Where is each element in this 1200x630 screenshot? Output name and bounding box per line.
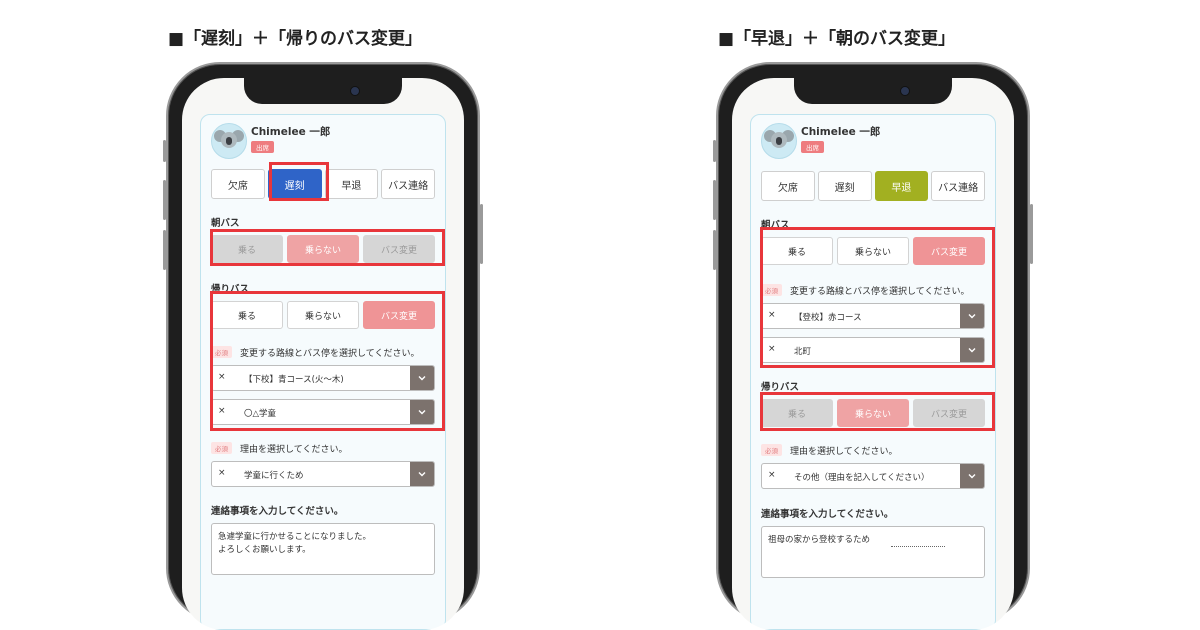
reason-prompt-row: 必須 理由を選択してください。	[761, 443, 985, 457]
return-bus-options: 乗る 乗らない バス変更	[211, 301, 435, 329]
clear-icon[interactable]: ×	[768, 344, 776, 354]
clear-icon[interactable]: ×	[768, 470, 776, 480]
route-prompt-row: 必須 変更する路線とバス停を選択してください。	[761, 283, 985, 297]
required-badge: 必須	[211, 346, 232, 358]
student-header: Chimelee 一郎 出席	[211, 123, 461, 159]
reason-prompt: 理由を選択してください。	[790, 446, 898, 457]
chevron-down-icon[interactable]	[410, 462, 434, 486]
morning-bus-ride-button[interactable]: 乗る	[211, 235, 283, 263]
message-textarea[interactable]: 急遽学童に行かせることになりました。 よろしくお願いします。	[211, 523, 435, 575]
phone-notch	[794, 78, 952, 104]
clear-icon[interactable]: ×	[218, 372, 226, 382]
tab-early-leave[interactable]: 早退	[874, 171, 929, 201]
chevron-down-icon[interactable]	[410, 366, 434, 390]
route-select-value: 【下校】青コース(火〜木)	[244, 375, 344, 385]
clear-icon[interactable]: ×	[218, 406, 226, 416]
return-bus-ride-button[interactable]: 乗る	[211, 301, 283, 329]
return-bus-label: 帰りバス	[211, 284, 250, 295]
required-badge: 必須	[761, 444, 782, 456]
required-badge: 必須	[211, 442, 232, 454]
return-bus-no-ride-button[interactable]: 乗らない	[837, 399, 909, 427]
message-prompt: 連絡事項を入力してください。	[761, 509, 894, 520]
chevron-down-icon[interactable]	[960, 338, 984, 362]
bus-stop-select-value: 北町	[794, 347, 812, 357]
morning-bus-ride-button[interactable]: 乗る	[761, 237, 833, 265]
morning-bus-options: 乗る 乗らない バス変更	[761, 237, 985, 265]
tab-late[interactable]: 遅刻	[817, 171, 872, 201]
morning-bus-change-button[interactable]: バス変更	[913, 237, 985, 265]
tab-bus-contact[interactable]: バス連絡	[381, 169, 435, 199]
reason-prompt: 理由を選択してください。	[240, 444, 348, 455]
chevron-down-icon[interactable]	[960, 464, 984, 488]
morning-bus-options: 乗る 乗らない バス変更	[211, 235, 435, 263]
reason-prompt-row: 必須 理由を選択してください。	[211, 441, 435, 455]
morning-bus-label: 朝バス	[761, 220, 790, 231]
return-bus-change-button[interactable]: バス変更	[363, 301, 435, 329]
caption-right: ■「早退」＋「朝のバス変更」	[718, 29, 956, 49]
contact-form-card: Chimelee 一郎 出席 欠席 遅刻 早退 バス連絡 朝バス 乗る 乗らない…	[750, 114, 996, 630]
status-badge: 出席	[251, 141, 274, 153]
tab-early-leave[interactable]: 早退	[324, 169, 379, 199]
morning-bus-no-ride-button[interactable]: 乗らない	[287, 235, 359, 263]
route-select-value: 【登校】赤コース	[794, 313, 862, 323]
morning-bus-no-ride-button[interactable]: 乗らない	[837, 237, 909, 265]
chevron-down-icon[interactable]	[960, 304, 984, 328]
return-bus-label: 帰りバス	[761, 382, 800, 393]
contact-form-card: Chimelee 一郎 出席 欠席 遅刻 早退 バス連絡 朝バス 乗る 乗らない…	[200, 114, 446, 630]
route-prompt: 変更する路線とバス停を選択してください。	[240, 348, 420, 359]
reason-select-value: 学童に行くため	[244, 471, 304, 481]
bus-stop-select[interactable]: × 北町	[761, 337, 985, 363]
koala-icon	[761, 123, 797, 159]
student-name: Chimelee 一郎	[801, 126, 881, 138]
required-badge: 必須	[761, 284, 782, 296]
route-select[interactable]: × 【下校】青コース(火〜木)	[211, 365, 435, 391]
tab-late[interactable]: 遅刻	[267, 169, 322, 199]
tab-absent[interactable]: 欠席	[211, 169, 265, 199]
return-bus-ride-button[interactable]: 乗る	[761, 399, 833, 427]
phone-screen: Chimelee 一郎 出席 欠席 遅刻 早退 バス連絡 朝バス 乗る 乗らない…	[732, 78, 1014, 630]
bus-stop-select[interactable]: × 〇△学童	[211, 399, 435, 425]
clear-icon[interactable]: ×	[218, 468, 226, 478]
text-cursor-line	[891, 546, 945, 547]
camera-icon	[350, 86, 360, 96]
morning-bus-label: 朝バス	[211, 218, 240, 229]
student-header: Chimelee 一郎 出席	[761, 123, 1011, 159]
camera-icon	[900, 86, 910, 96]
return-bus-change-button[interactable]: バス変更	[913, 399, 985, 427]
tab-bus-contact[interactable]: バス連絡	[931, 171, 985, 201]
morning-bus-change-button[interactable]: バス変更	[363, 235, 435, 263]
phone-right: Chimelee 一郎 出席 欠席 遅刻 早退 バス連絡 朝バス 乗る 乗らない…	[713, 62, 1033, 630]
route-prompt-row: 必須 変更する路線とバス停を選択してください。	[211, 345, 435, 359]
clear-icon[interactable]: ×	[768, 310, 776, 320]
reason-select[interactable]: × その他（理由を記入してください）	[761, 463, 985, 489]
koala-icon	[211, 123, 247, 159]
attendance-tabs: 欠席 遅刻 早退 バス連絡	[761, 171, 985, 201]
chevron-down-icon[interactable]	[410, 400, 434, 424]
message-textarea[interactable]: 祖母の家から登校するため	[761, 526, 985, 578]
attendance-tabs: 欠席 遅刻 早退 バス連絡	[211, 169, 435, 199]
phone-screen: Chimelee 一郎 出席 欠席 遅刻 早退 バス連絡 朝バス 乗る 乗らない…	[182, 78, 464, 630]
tab-absent[interactable]: 欠席	[761, 171, 815, 201]
return-bus-no-ride-button[interactable]: 乗らない	[287, 301, 359, 329]
route-prompt: 変更する路線とバス停を選択してください。	[790, 286, 970, 297]
return-bus-options: 乗る 乗らない バス変更	[761, 399, 985, 427]
phone-left: Chimelee 一郎 出席 欠席 遅刻 早退 バス連絡 朝バス 乗る 乗らない…	[163, 62, 483, 630]
reason-select[interactable]: × 学童に行くため	[211, 461, 435, 487]
status-badge: 出席	[801, 141, 824, 153]
reason-select-value: その他（理由を記入してください）	[794, 473, 930, 483]
bus-stop-select-value: 〇△学童	[244, 409, 277, 419]
route-select[interactable]: × 【登校】赤コース	[761, 303, 985, 329]
message-prompt: 連絡事項を入力してください。	[211, 506, 344, 517]
caption-left: ■「遅刻」＋「帰りのバス変更」	[168, 29, 423, 49]
student-name: Chimelee 一郎	[251, 126, 331, 138]
phone-notch	[244, 78, 402, 104]
